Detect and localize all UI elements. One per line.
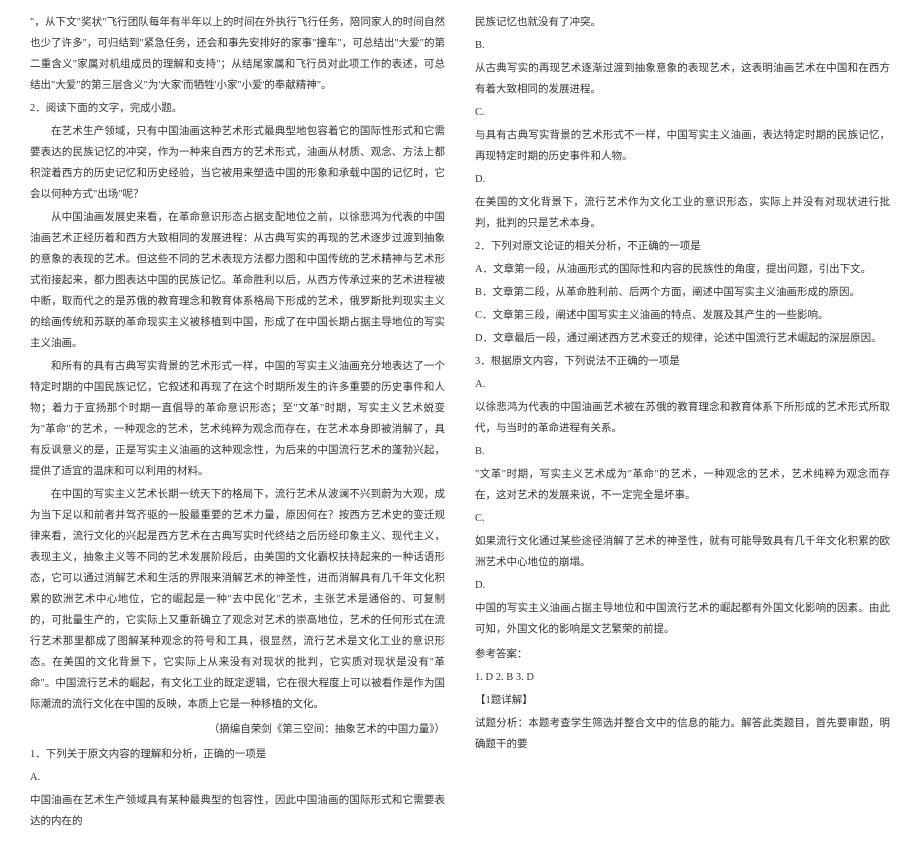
question-1-label: 1．下列关于原文内容的理解和分析，正确的一项是 [30, 744, 445, 765]
paragraph-continuation: "，从下文"奖状"飞行团队每年有半年以上的时间在外执行飞行任务，陪同家人的时间自… [30, 12, 445, 96]
q2-option-b: B．文章第二段，从革命胜利前、后两个方面，阐述中国写实主义油画形成的原因。 [475, 282, 890, 303]
option-a-continuation: 民族记忆也就没有了冲突。 [475, 12, 890, 33]
body-paragraph-4: 在中国的写实主义艺术长期一统天下的格局下，流行艺术从波澜不兴到蔚为大观，成为当下… [30, 484, 445, 715]
option-c-label: C. [475, 102, 890, 123]
left-column: "，从下文"奖状"飞行团队每年有半年以上的时间在外执行飞行任务，陪同家人的时间自… [30, 12, 445, 834]
q3-option-a-text: 以徐悲鸿为代表的中国油画艺术被在苏俄的教育理念和教育体系下所形成的艺术形式所取代… [475, 397, 890, 439]
option-d-text: 在美国的文化背景下，流行艺术作为文化工业的意识形态，实际上并没有对现状进行批判，… [475, 192, 890, 234]
analysis-header: 【1题详解】 [475, 690, 890, 711]
right-column: 民族记忆也就没有了冲突。 B. 从古典写实的再现艺术逐渐过渡到抽象意象的表现艺术… [475, 12, 890, 834]
option-c-text: 与具有古典写实背景的艺术形式不一样，中国写实主义油画，表达特定时期的民族记忆，再… [475, 125, 890, 167]
answer-list: 1. D 2. B 3. D [475, 667, 890, 688]
question-2-label: 2．下列对原文论证的相关分析，不正确的一项是 [475, 236, 890, 257]
citation-source: （摘编自荣剑《第三空间：抽象艺术的中国力量》） [30, 719, 445, 740]
section-header: 2．阅读下面的文字，完成小题。 [30, 98, 445, 119]
option-b-label: B. [475, 35, 890, 56]
option-d-label: D. [475, 169, 890, 190]
q2-option-c: C．文章第三段，阐述中国写实主义油画的特点、发展及其产生的一些影响。 [475, 305, 890, 326]
q3-option-b-label: B. [475, 441, 890, 462]
answer-header: 参考答案： [475, 644, 890, 665]
body-paragraph-2: 从中国油画发展史来看，在革命意识形态占据支配地位之前，以徐悲鸿为代表的中国油画艺… [30, 207, 445, 354]
question-3-label: 3．根据原文内容，下列说法不正确的一项是 [475, 351, 890, 372]
body-paragraph-3: 和所有的具有古典写实背景的艺术形式一样，中国的写实主义油画充分地表达了一个特定时… [30, 356, 445, 482]
q2-option-a: A．文章第一段，从油画形式的国际性和内容的民族性的角度，提出问题，引出下文。 [475, 259, 890, 280]
document-page: "，从下文"奖状"飞行团队每年有半年以上的时间在外执行飞行任务，陪同家人的时间自… [0, 0, 920, 846]
option-a-text: 中国油画在艺术生产领域具有某种最典型的包容性，因此中国油画的国际形式和它需要表达… [30, 790, 445, 832]
q3-option-b-text: "文革"时期，写实主义艺术成为"革命"的艺术，一种观念的艺术，艺术纯粹为观念而存… [475, 464, 890, 506]
option-a-label: A. [30, 767, 445, 788]
q2-option-d: D．文章最后一段，通过阐述西方艺术变迁的规律，论述中国流行艺术崛起的深层原因。 [475, 328, 890, 349]
analysis-text: 试题分析：本题考查学生筛选并整合文中的信息的能力。解答此类题目，首先要审题，明确… [475, 713, 890, 755]
q3-option-c-text: 如果流行文化通过某些途径消解了艺术的神圣性，就有可能导致具有几千年文化积累的欧洲… [475, 531, 890, 573]
body-paragraph-1: 在艺术生产领域，只有中国油画这种艺术形式最典型地包容着它的国际性形式和它需要表达… [30, 121, 445, 205]
option-b-text: 从古典写实的再现艺术逐渐过渡到抽象意象的表现艺术，这表明油画艺术在中国和在西方有… [475, 58, 890, 100]
q3-option-c-label: C. [475, 508, 890, 529]
q3-option-d-text: 中国的写实主义油画占据主导地位和中国流行艺术的崛起都有外国文化影响的因素。由此可… [475, 598, 890, 640]
q3-option-a-label: A. [475, 374, 890, 395]
q3-option-d-label: D. [475, 575, 890, 596]
